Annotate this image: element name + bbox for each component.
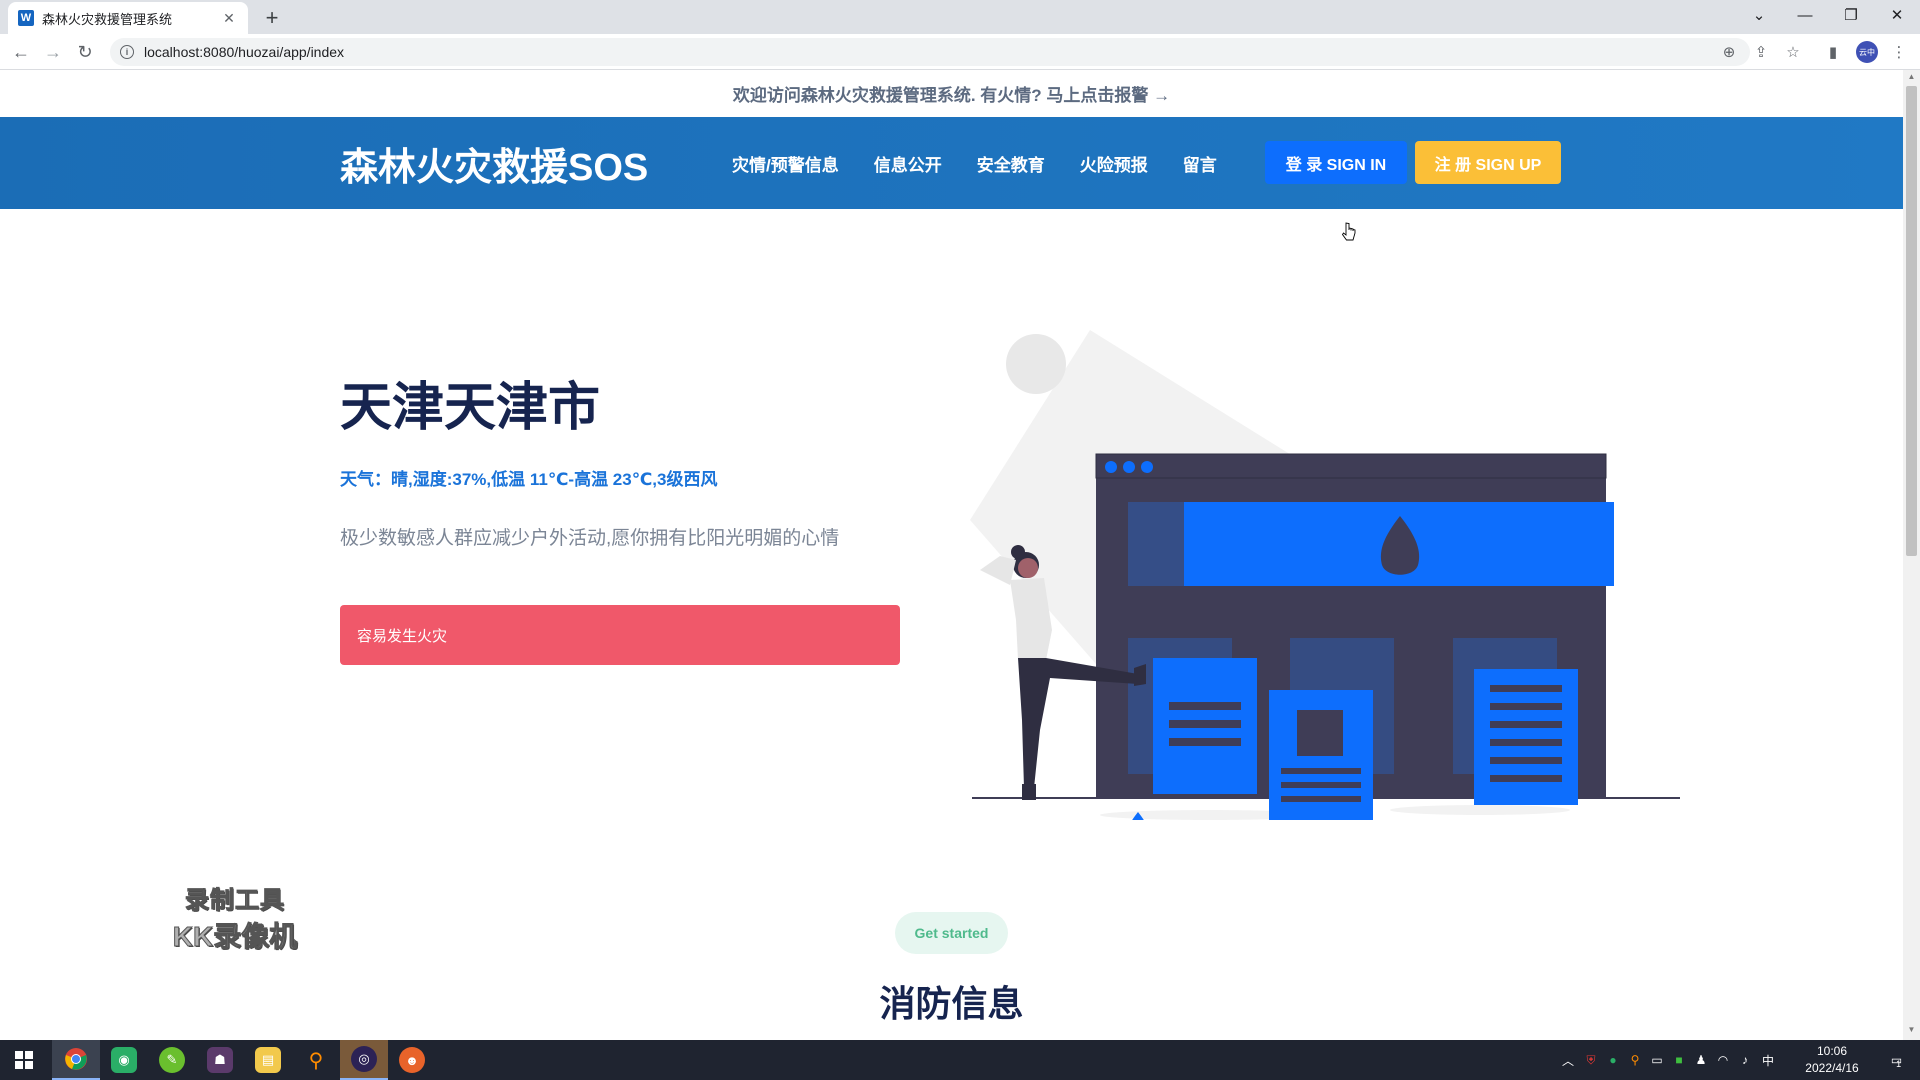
clock-date: 2022/4/16 bbox=[1805, 1061, 1859, 1075]
game-taskbar-icon[interactable]: ☗ bbox=[196, 1040, 244, 1080]
illus-dot-2 bbox=[1123, 461, 1135, 473]
close-window-button[interactable]: ✕ bbox=[1874, 0, 1920, 30]
scroll-thumb[interactable] bbox=[1906, 86, 1917, 556]
tray-expand-icon[interactable]: ︿ bbox=[1560, 1040, 1576, 1080]
word-favicon-icon: W bbox=[18, 10, 34, 26]
nav-item-info-public[interactable]: 信息公开 bbox=[874, 151, 942, 176]
illus-window-bar bbox=[1095, 453, 1607, 479]
browser-menu-icon[interactable]: ⋮ bbox=[1886, 39, 1912, 65]
illus-shadow-2 bbox=[1390, 805, 1570, 815]
profile-avatar[interactable]: 云中 bbox=[1856, 41, 1878, 63]
sign-up-button[interactable]: 注 册 SIGN UP bbox=[1415, 141, 1561, 184]
browser-toolbar: ← → ↻ i localhost:8080/huozai/app/index … bbox=[0, 34, 1920, 70]
tray-security-icon[interactable]: ⛨ bbox=[1582, 1040, 1600, 1080]
recorder-taskbar-icon[interactable]: ☻ bbox=[388, 1040, 436, 1080]
nav-item-fire-forecast[interactable]: 火险预报 bbox=[1080, 151, 1148, 176]
browser-tab-bar: W 森林火灾救援管理系统 ✕ + ⌄ — ❐ ✕ bbox=[0, 0, 1920, 34]
tray-wechat-icon[interactable]: ● bbox=[1604, 1040, 1622, 1080]
clock-time: 10:06 bbox=[1816, 1044, 1848, 1058]
forward-icon[interactable]: → bbox=[40, 39, 66, 65]
back-icon[interactable]: ← bbox=[8, 39, 34, 65]
green-app-taskbar-icon[interactable]: ✎ bbox=[148, 1040, 196, 1080]
chrome-taskbar-icon[interactable] bbox=[52, 1040, 100, 1080]
tray-ime-indicator[interactable]: 中 bbox=[1758, 1040, 1778, 1080]
illus-dot-3 bbox=[1141, 461, 1153, 473]
get-started-pill: Get started bbox=[895, 912, 1008, 954]
recording-watermark: 录制工具 KK录像机 bbox=[160, 880, 310, 955]
watermark-line-2: KK录像机 bbox=[172, 921, 298, 953]
tray-qq-icon[interactable]: ♟ bbox=[1692, 1040, 1710, 1080]
tab-close-icon[interactable]: ✕ bbox=[220, 10, 238, 27]
illus-bg-circle bbox=[1006, 334, 1066, 394]
nav-item-safety-education[interactable]: 安全教育 bbox=[977, 151, 1045, 176]
share-icon[interactable]: ⇪ bbox=[1748, 39, 1774, 65]
side-panel-icon[interactable]: ▮ bbox=[1820, 39, 1846, 65]
illus-dot-1 bbox=[1105, 461, 1117, 473]
site-header: 森林火灾救援SOS 灾情/预警信息 信息公开 安全教育 火险预报 留言 登 录 … bbox=[0, 117, 1903, 209]
bookmark-star-icon[interactable]: ☆ bbox=[1780, 39, 1806, 65]
page-content: 欢迎访问森林火灾救援管理系统. 有火情? 马上点击报警 → 森林火灾救援SOS … bbox=[0, 70, 1903, 1040]
notification-count: 1 bbox=[1896, 1059, 1902, 1069]
nav-item-message[interactable]: 留言 bbox=[1183, 151, 1217, 176]
restore-button[interactable]: ❐ bbox=[1828, 0, 1874, 30]
mouse-cursor-icon bbox=[1342, 222, 1356, 241]
address-bar[interactable]: i localhost:8080/huozai/app/index ⊕ bbox=[110, 38, 1750, 66]
hero-weather: 天气：晴,湿度:37%,低温 11℃-高温 23℃,3级西风 bbox=[340, 470, 718, 489]
section-title: 消防信息 bbox=[879, 983, 1024, 1024]
hero-city: 天津天津市 bbox=[340, 379, 601, 437]
tray-volume-icon[interactable]: ♪ bbox=[1736, 1040, 1754, 1080]
tray-search-icon[interactable]: ⚲ bbox=[1626, 1040, 1644, 1080]
sign-in-button[interactable]: 登 录 SIGN IN bbox=[1265, 141, 1407, 184]
reload-icon[interactable]: ↻ bbox=[72, 39, 98, 65]
alarm-notice-link[interactable]: 欢迎访问森林火灾救援管理系统. 有火情? 马上点击报警 → bbox=[0, 70, 1903, 117]
eclipse-taskbar-icon[interactable]: ◎ bbox=[340, 1040, 388, 1080]
page-scrollbar[interactable]: ▲ ▼ bbox=[1903, 70, 1920, 1040]
hero-illustration bbox=[970, 330, 1680, 820]
tray-device-icon[interactable]: ▭ bbox=[1648, 1040, 1666, 1080]
hero-advice: 极少数敏感人群应减少户外活动,愿你拥有比阳光明媚的心情 bbox=[340, 528, 840, 549]
tray-wifi-icon[interactable]: ◠ bbox=[1714, 1040, 1732, 1080]
taskbar-clock[interactable]: 10:06 2022/4/16 bbox=[1792, 1043, 1872, 1077]
scroll-down-icon[interactable]: ▼ bbox=[1906, 1025, 1917, 1037]
site-info-icon[interactable]: i bbox=[120, 45, 134, 59]
illus-banner-left bbox=[1128, 502, 1186, 586]
fire-risk-alert: 容易发生火灾 bbox=[340, 605, 900, 665]
windows-start-icon[interactable] bbox=[0, 1040, 48, 1080]
url-text[interactable]: localhost:8080/huozai/app/index bbox=[144, 44, 344, 60]
tab-search-icon[interactable]: ⌄ bbox=[1736, 0, 1782, 30]
watermark-line-1: 录制工具 bbox=[185, 887, 285, 915]
file-explorer-taskbar-icon[interactable]: ▤ bbox=[244, 1040, 292, 1080]
scroll-up-icon[interactable]: ▲ bbox=[1906, 72, 1917, 84]
main-nav: 灾情/预警信息 信息公开 安全教育 火险预报 留言 bbox=[732, 117, 1252, 209]
new-tab-button[interactable]: + bbox=[258, 4, 286, 32]
tab-title: 森林火灾救援管理系统 bbox=[42, 11, 173, 27]
browser-tab[interactable]: W 森林火灾救援管理系统 ✕ bbox=[8, 2, 248, 34]
zoom-icon[interactable]: ⊕ bbox=[1716, 38, 1742, 66]
windows-taskbar: ◉ ✎ ☗ ▤ ⚲ ◎ ☻ ︿ ⛨ ● ⚲ ▭ ■ ♟ ◠ ♪ 中 10:06 … bbox=[0, 1040, 1920, 1080]
search-tool-taskbar-icon[interactable]: ⚲ bbox=[292, 1040, 340, 1080]
site-brand[interactable]: 森林火灾救援SOS bbox=[340, 117, 648, 209]
wechat-taskbar-icon[interactable]: ◉ bbox=[100, 1040, 148, 1080]
nav-item-disaster-warning[interactable]: 灾情/预警信息 bbox=[732, 151, 839, 176]
tray-green-icon[interactable]: ■ bbox=[1670, 1040, 1688, 1080]
notification-center-icon[interactable]: ▭ 1 bbox=[1876, 1040, 1916, 1080]
minimize-button[interactable]: — bbox=[1782, 0, 1828, 30]
fire-risk-text: 容易发生火灾 bbox=[357, 627, 448, 645]
